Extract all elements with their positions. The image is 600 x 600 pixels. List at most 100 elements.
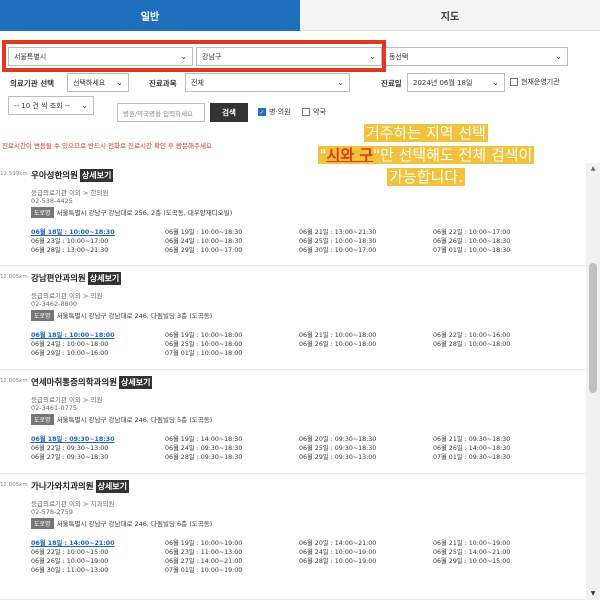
annotation-quote: " [319,146,327,164]
clinic-address: 도로명 서울특별시 강남구 강남대로 246, 다림빌딩 3층 (도곡동) [31,310,212,321]
hours-today[interactable]: 06월 18일 : 10:00~18:00 [31,330,115,339]
page-size-select[interactable]: -- 10 건 씩 조회 -- ⌄ [8,96,94,115]
hours-entry: 06월 22일 : 10:00~16:00 [433,332,511,339]
road-tag: 도로명 [31,207,54,218]
chevron-down-icon: ⌄ [337,78,344,87]
hours-entry: 06월 22일 : 09:30~13:00 [31,445,109,452]
hours-entry: 06월 29일 : 10:00~17:00 [165,247,243,254]
checkbox-checked-icon: ✓ [258,108,266,116]
scroll-thumb[interactable] [589,263,597,393]
institution-type-select[interactable]: 선택하세요 ⌄ [67,73,129,92]
clinic-name-text[interactable]: 강남편안과의원 [31,274,86,284]
hours-entry: 06월 27일 : 14:00~21:00 [165,558,243,565]
clinic-category: 응급의료기관 이외 > 치과의원 [31,500,115,508]
annotation-line-2-rest: "만 선택해도 전체 검색이 [373,146,533,164]
annotation-overlay: 거주하는 지역 선택 "시와 구"만 선택해도 전체 검색이 가능합니다. [266,122,586,204]
hospital-checkbox[interactable]: ✓ 병·의원 [258,107,291,117]
detail-button[interactable]: 상세보기 [119,376,153,389]
dong-select[interactable]: 동선택 ⌄ [384,47,568,66]
annotation-line-2: "시와 구"만 선택해도 전체 검색이 [317,146,535,164]
distance: 12.599km [0,171,28,177]
page: 일반 지도 서울특별시 ⌄ 강남구 ⌄ 동선택 ⌄ 의료기관 선택 선택하세요 … [0,0,600,600]
hours-entry: 06월 25일 : 09:30~18:30 [299,445,377,452]
clinic-phone: 02-538-4425 [31,197,73,205]
detail-button[interactable]: 상세보기 [87,272,122,285]
hours-entry: 06월 28일 : 13:00~21:30 [31,247,109,254]
clinic-phone: 02-3461-0775 [31,404,78,412]
annotation-emphasis: 시와 구 [326,146,374,164]
dong-select-value: 동선택 [389,52,409,61]
hours-entry: 07월 01일 : 10:00~19:00 [165,567,243,574]
clinic-phone: 02-578-2759 [31,508,73,516]
search-input[interactable]: 병원/약국명을 입력하세요 [117,103,205,122]
hours-today[interactable]: 06월 18일 : 14:00~21:00 [31,538,115,547]
tab-map[interactable]: 지도 [300,0,600,31]
subject-select[interactable]: 전체 ⌄ [185,73,350,92]
hours-entry: 06월 22일 : 10:00~15:00 [31,549,109,556]
tab-general[interactable]: 일반 [0,0,300,31]
region-highlight-box [2,40,386,72]
hours-today[interactable]: 06월 18일 : 09:30~18:30 [31,434,115,443]
hours-entry: 06월 21일 : 09:30~18:30 [433,436,511,443]
hours-entry: 06월 29일 : 10:00~15:00 [433,558,511,565]
clinic-name-text[interactable]: 우아성한의원 [31,171,78,181]
clinic-address: 도로명 서울특별시 강남구 강남대로 256, 2층 (도곡동, 대우양재디오빌) [31,207,232,218]
detail-button[interactable]: 상세보기 [95,480,130,493]
clinic-name[interactable]: 강남편안과의원 상세보기 [31,272,122,285]
hours-entry: 07월 01일 : 10:00~18:00 [165,350,243,357]
hours-entry: 06월 28일 : 10:00~19:00 [299,558,377,565]
hours-entry: 06월 20일 : 14:00~21:00 [299,540,377,547]
distance: 12.605km [0,274,28,280]
hours-entry: 06월 19일 : 10:00~18:00 [165,332,243,339]
clinic-name[interactable]: 가나가와치과의원 상세보기 [31,480,130,493]
clinic-name-text[interactable]: 가나가와치과의원 [31,482,94,492]
chevron-down-icon: ⌄ [555,52,562,61]
distance: 12.605km [0,482,28,488]
clinic-name[interactable]: 우아성한의원 상세보기 [31,169,114,182]
road-tag: 도로명 [31,414,54,425]
chevron-down-icon: ⌄ [81,101,88,110]
checkbox-box [302,108,310,116]
hours-entry: 06월 26일 : 10:00~18:30 [433,238,511,245]
clinic-category: 응급의료기관 이외 > 의원 [31,396,103,404]
annotation-line-1: 거주하는 지역 선택 [364,124,488,142]
hours-entry: 06월 24일 : 10:00~18:00 [31,341,109,348]
scroll-down-icon[interactable]: ▼ [586,588,600,600]
clinic-card: 12.605km 연세마취통증의학과의원 상세보기응급의료기관 이외 > 의원 02-… [0,370,586,474]
hours-entry: 06월 26일 : 14:00~18:30 [433,445,511,452]
detail-button[interactable]: 상세보기 [79,169,114,182]
hours-entry: 06월 30일 : 11:00~13:00 [31,567,109,574]
scroll-up-icon[interactable]: ▲ [586,163,600,175]
hours-entry: 06월 21일 : 13:00~21:30 [299,229,377,236]
address-text: 서울특별시 강남구 강남대로 246, 다림빌딩 6층 (도곡동) [56,520,213,528]
hours-entry: 07월 01일 : 09:30~18:30 [433,454,511,461]
hospital-label: 병·의원 [269,108,291,116]
scrollbar[interactable]: ▲ ▼ [586,163,600,600]
hours-entry: 06월 29일 : 10:00~16:00 [31,350,109,357]
hours-entry: 06월 21일 : 10:00~18:00 [299,332,377,339]
hours-entry: 06월 28일 : 10:00~18:00 [433,341,511,348]
annotation-line-3: 가능합니다. [387,168,465,186]
pharmacy-checkbox[interactable]: 약국 [302,107,326,117]
page-size-value: -- 10 건 씩 조회 -- [14,101,70,110]
clinic-name-text[interactable]: 연세마취통증의학과의원 [31,378,117,388]
hours-entry: 06월 24일 : 10:00~19:00 [299,549,377,556]
search-button[interactable]: 검색 [210,103,248,122]
hours-today[interactable]: 06월 18일 : 10:00~18:30 [31,227,115,236]
distance: 12.605km [0,378,28,384]
road-tag: 도로명 [31,518,54,529]
hours-entry: 06월 27일 : 09:30~18:30 [31,454,109,461]
hours-entry: 06월 29일 : 09:30~13:00 [299,454,377,461]
pharmacy-label: 약국 [313,108,326,116]
clinic-name[interactable]: 연세마취통증의학과의원 상세보기 [31,376,153,389]
clinic-phone: 02-3462-8800 [31,300,78,308]
clinic-address: 도로명 서울특별시 강남구 강남대로 246, 다림빌딩 5층 (도곡동) [31,414,212,425]
hours-entry: 06월 25일 : 10:00~18:00 [165,341,243,348]
clinic-address: 도로명 서울특별시 강남구 강남대로 246, 다림빌딩 6층 (도곡동) [31,518,212,529]
subject-value: 전체 [191,78,204,87]
tab-bar: 일반 지도 [0,0,600,31]
date-select[interactable]: 2024년 06월 18일 ⌄ [407,73,505,92]
hours-entry: 06월 30일 : 10:00~17:00 [299,247,377,254]
clinic-card: 12.605km 강남편안과의원 상세보기 응급의료기관 이외 > 의원 02-3462… [0,266,586,370]
open-now-checkbox[interactable]: 현재운영기관 [510,77,560,87]
